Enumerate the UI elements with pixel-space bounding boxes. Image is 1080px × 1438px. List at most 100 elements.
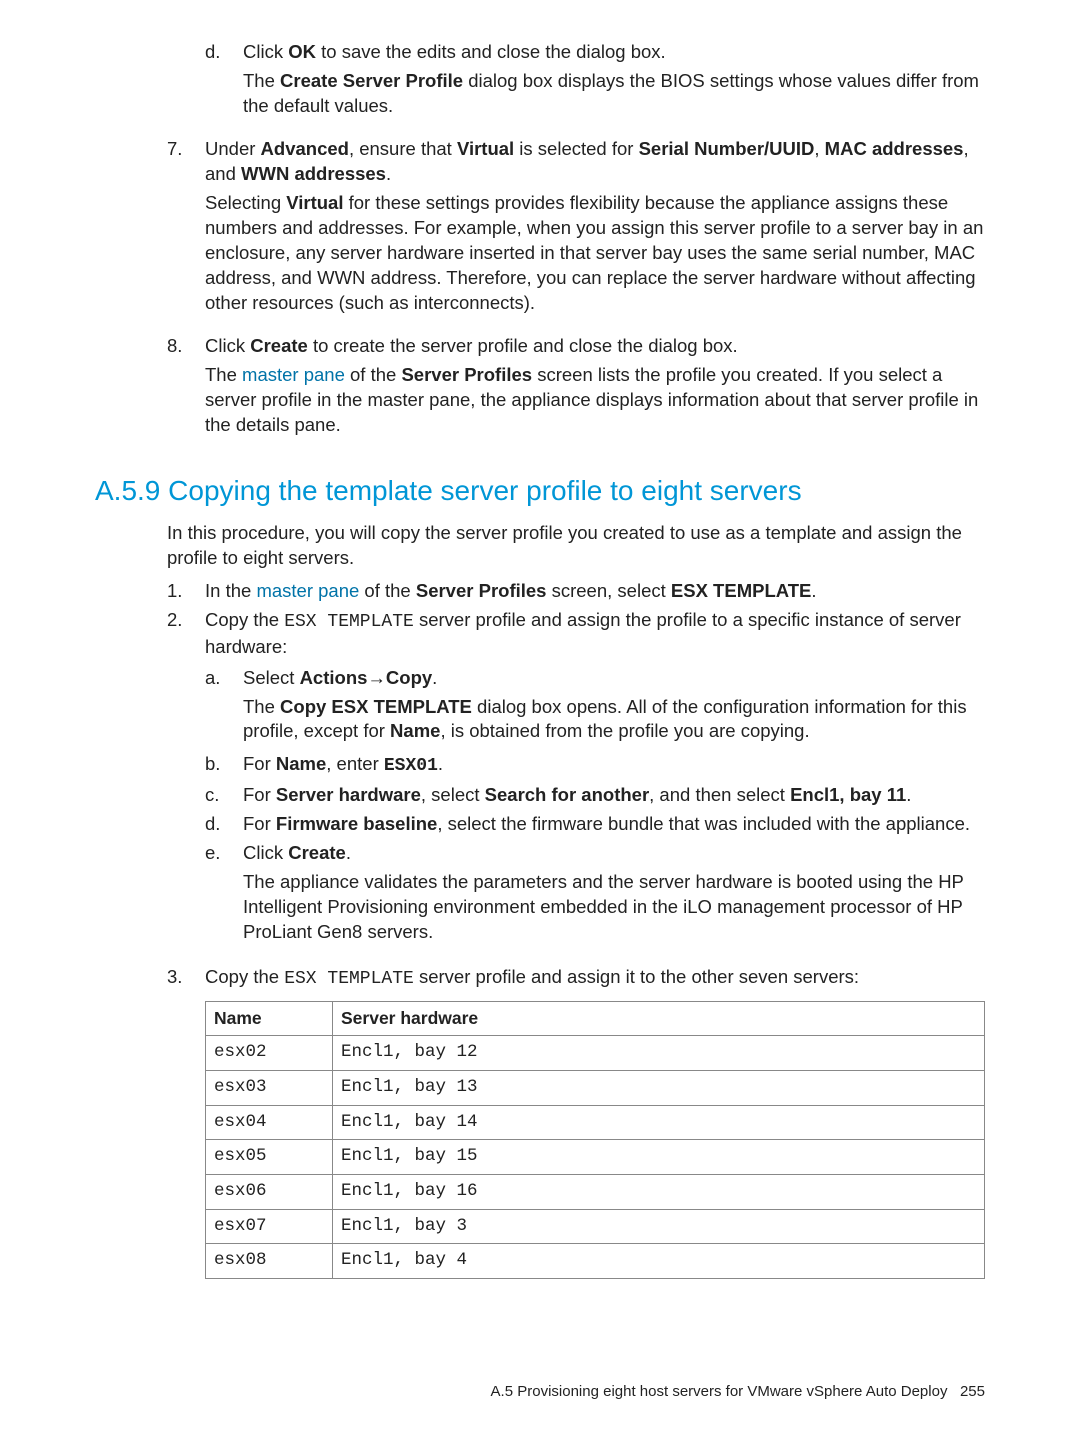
table-row: esx06Encl1, bay 16 <box>206 1174 985 1209</box>
cell-hw: Encl1, bay 4 <box>333 1244 985 1279</box>
substep-2c-body: For Server hardware, select Search for a… <box>243 783 985 808</box>
substep-2c: c. For Server hardware, select Search fo… <box>205 783 985 808</box>
create-sp-bold: Create Server Profile <box>280 70 463 91</box>
step-8-body: Click Create to create the server profil… <box>205 334 985 446</box>
virtual-bold-2: Virtual <box>286 192 343 213</box>
text: is selected for <box>514 138 638 159</box>
substep-2e-body: Click Create. The appliance validates th… <box>243 841 985 953</box>
master-pane-link[interactable]: master pane <box>242 364 345 385</box>
text: . <box>346 842 351 863</box>
step-1-label: 1. <box>167 579 205 604</box>
text: , and then select <box>649 784 790 805</box>
step-3-label: 3. <box>167 965 205 990</box>
step-7: 7. Under Advanced, ensure that Virtual i… <box>167 137 985 324</box>
text: Select <box>243 667 300 688</box>
text: , ensure that <box>349 138 457 159</box>
step-7-body: Under Advanced, ensure that Virtual is s… <box>205 137 985 324</box>
step-7-para: Selecting Virtual for these settings pro… <box>205 191 985 316</box>
text: . <box>906 784 911 805</box>
substep-2a-label: a. <box>205 666 243 691</box>
text: , <box>814 138 824 159</box>
section-body: In this procedure, you will copy the ser… <box>167 521 985 1278</box>
text: For <box>243 753 276 774</box>
master-pane-link-2[interactable]: master pane <box>256 580 359 601</box>
sn-uuid-bold: Serial Number/UUID <box>639 138 815 159</box>
server-profiles-bold: Server Profiles <box>401 364 532 385</box>
text: Click <box>205 335 250 356</box>
substep-2d: d. For Firmware baseline, select the fir… <box>205 812 985 837</box>
continuation-block: d. Click OK to save the edits and close … <box>167 40 985 446</box>
esx-template-bold: ESX TEMPLATE <box>671 580 811 601</box>
advanced-bold: Advanced <box>261 138 349 159</box>
step-7-label: 7. <box>167 137 205 162</box>
search-another-bold: Search for another <box>485 784 650 805</box>
cell-hw: Encl1, bay 16 <box>333 1174 985 1209</box>
substep-2d-body: For Firmware baseline, select the firmwa… <box>243 812 985 837</box>
table-header-row: Name Server hardware <box>206 1001 985 1036</box>
substep-2d-label: d. <box>205 812 243 837</box>
esx-template-mono-2: ESX TEMPLATE <box>284 969 414 989</box>
text: , select <box>421 784 485 805</box>
text: , select the firmware bundle that was in… <box>437 813 970 834</box>
text: server profile and assign it to the othe… <box>414 966 859 987</box>
cell-hw: Encl1, bay 15 <box>333 1140 985 1175</box>
text: to save the edits and close the dialog b… <box>316 41 666 62</box>
text: Click <box>243 41 288 62</box>
text: Under <box>205 138 261 159</box>
text: The <box>243 70 280 91</box>
table-row: esx04Encl1, bay 14 <box>206 1105 985 1140</box>
table-row: esx03Encl1, bay 13 <box>206 1071 985 1106</box>
substep-2b: b. For Name, enter ESX01. <box>205 752 985 778</box>
text: of the <box>345 364 402 385</box>
step-3: 3. Copy the ESX TEMPLATE server profile … <box>167 965 985 1279</box>
page-content: d. Click OK to save the edits and close … <box>0 0 1080 1319</box>
text: , is obtained from the profile you are c… <box>440 720 809 741</box>
ok-bold: OK <box>288 41 316 62</box>
text: For <box>243 813 276 834</box>
text: The <box>243 696 280 717</box>
substep-2e-para: The appliance validates the parameters a… <box>243 870 985 945</box>
text: . <box>811 580 816 601</box>
encl1-bay11-bold: Encl1, bay 11 <box>790 784 906 805</box>
cell-hw: Encl1, bay 12 <box>333 1036 985 1071</box>
esx01-mono: ESX01 <box>384 756 438 776</box>
step-3-body: Copy the ESX TEMPLATE server profile and… <box>205 965 985 1279</box>
step-2: 2. Copy the ESX TEMPLATE server profile … <box>167 608 985 952</box>
cell-hw: Encl1, bay 3 <box>333 1209 985 1244</box>
cell-name: esx05 <box>206 1140 333 1175</box>
footer-text: A.5 Provisioning eight host servers for … <box>491 1383 948 1400</box>
firmware-baseline-bold: Firmware baseline <box>276 813 437 834</box>
text: . <box>386 163 391 184</box>
mac-bold: MAC addresses <box>825 138 964 159</box>
text: For <box>243 784 276 805</box>
server-profiles-bold-2: Server Profiles <box>416 580 547 601</box>
table-row: esx08Encl1, bay 4 <box>206 1244 985 1279</box>
substep-d-para: The Create Server Profile dialog box dis… <box>243 69 985 119</box>
esx-template-mono: ESX TEMPLATE <box>284 612 414 632</box>
create-bold-2: Create <box>288 842 346 863</box>
cell-name: esx02 <box>206 1036 333 1071</box>
substep-d: d. Click OK to save the edits and close … <box>205 40 985 127</box>
actions-bold: Actions <box>300 667 368 688</box>
step-2-body: Copy the ESX TEMPLATE server profile and… <box>205 608 985 952</box>
table-header-hw: Server hardware <box>333 1001 985 1036</box>
substep-d-body: Click OK to save the edits and close the… <box>243 40 985 127</box>
cell-hw: Encl1, bay 14 <box>333 1105 985 1140</box>
step-2-label: 2. <box>167 608 205 633</box>
substep-2b-body: For Name, enter ESX01. <box>243 752 985 778</box>
create-bold: Create <box>250 335 308 356</box>
cell-name: esx06 <box>206 1174 333 1209</box>
substep-2e-label: e. <box>205 841 243 866</box>
footer-page-number: 255 <box>960 1383 985 1400</box>
text: Click <box>243 842 288 863</box>
cell-name: esx03 <box>206 1071 333 1106</box>
text: Copy the <box>205 609 284 630</box>
section-heading: A.5.9 Copying the template server profil… <box>95 472 985 510</box>
page-footer: A.5 Provisioning eight host servers for … <box>491 1383 985 1400</box>
substep-2a-para: The Copy ESX TEMPLATE dialog box opens. … <box>243 695 985 745</box>
step-8: 8. Click Create to create the server pro… <box>167 334 985 446</box>
text: , enter <box>326 753 384 774</box>
step-1-body: In the master pane of the Server Profile… <box>205 579 985 604</box>
server-hardware-bold: Server hardware <box>276 784 421 805</box>
text: Selecting <box>205 192 286 213</box>
